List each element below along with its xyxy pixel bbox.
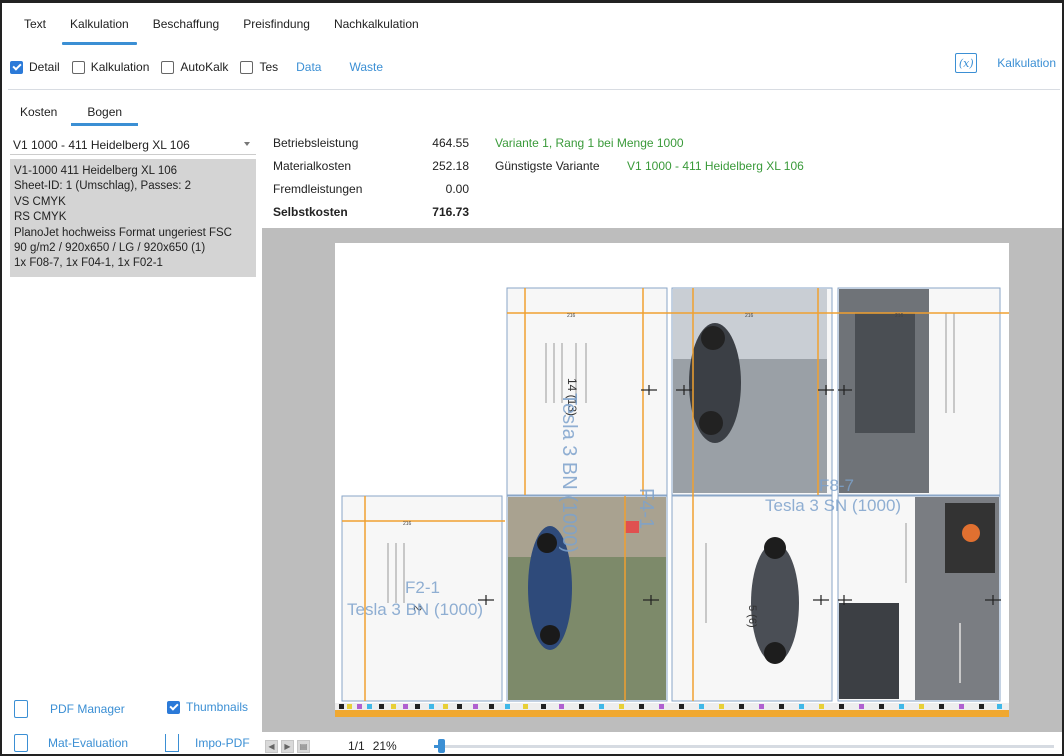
sub-tab-bar: Kosten Bogen	[10, 105, 138, 126]
dimension-label: 216	[403, 521, 412, 527]
form-label: F2-1	[405, 578, 440, 597]
info-line: PlanoJet hochweiss Format ungeriest FSC	[14, 226, 232, 239]
tab-preisfindung[interactable]: Preisfindung	[231, 17, 322, 39]
cost-summary: Betriebsleistung 464.55 Materialkosten 2…	[273, 136, 469, 228]
page-frame	[341, 495, 503, 702]
toolbar: Detail Kalkulation AutoKalk Tes Data Was…	[10, 57, 1054, 77]
form-label: Tesla 3 BN (1000)	[347, 600, 483, 619]
preview-footer: ◀ ▶ ▤ 1/1 21%	[262, 735, 1062, 754]
checkbox-unchecked-icon	[240, 60, 254, 74]
impo-pdf-button[interactable]: Impo-PDF	[165, 734, 250, 752]
cheapest-variant: Günstigste Variante V1 1000 - 411 Heidel…	[495, 159, 804, 173]
formula-icon[interactable]: (x)	[955, 53, 978, 73]
color-bar	[335, 703, 1009, 710]
prev-page-button[interactable]: ◀	[265, 739, 278, 753]
tab-kalkulation[interactable]: Kalkulation	[58, 17, 141, 45]
tab-text[interactable]: Text	[12, 17, 58, 39]
machine-select[interactable]: V1 1000 - 411 Heidelberg XL 106	[10, 135, 256, 155]
kalkulation-link[interactable]: Kalkulation	[997, 56, 1056, 70]
form-label: Tesla 3 BN (1000)	[558, 393, 580, 553]
top-tab-bar: Text Kalkulation Beschaffung Preisfindun…	[12, 17, 431, 45]
tes-checkbox[interactable]: Tes	[240, 60, 278, 74]
info-line: Sheet-ID: 1 (Umschlag), Passes: 2	[14, 180, 192, 193]
tab-bogen[interactable]: Bogen	[71, 105, 138, 126]
data-link[interactable]: Data	[296, 60, 321, 74]
kalkulation-checkbox[interactable]: Kalkulation	[71, 60, 149, 74]
checkbox-unchecked-icon	[71, 60, 85, 74]
chevron-down-icon	[244, 142, 250, 146]
car-photo	[673, 289, 827, 493]
sheet-preview[interactable]: 216 216 216 216 14 (13) 5 (6) 2 F4-1 Tes…	[262, 228, 1062, 732]
stat-row-total: Selbstkosten 716.73	[273, 205, 469, 219]
info-line: RS CMYK	[14, 211, 67, 224]
form-label: Tesla 3 SN (1000)	[765, 496, 901, 515]
tab-beschaffung[interactable]: Beschaffung	[141, 17, 232, 39]
color-bar-gripper	[335, 710, 1009, 717]
dimension-label: 216	[567, 313, 576, 319]
form-label: F8-7	[819, 476, 854, 495]
zoom-slider-thumb[interactable]	[438, 739, 445, 753]
info-line: 1x F08-7, 1x F04-1, 1x F02-1	[14, 257, 163, 270]
app-window: Text Kalkulation Beschaffung Preisfindun…	[0, 0, 1064, 756]
checkbox-checked-icon	[10, 60, 23, 74]
divider	[8, 89, 1060, 90]
detail-checkbox[interactable]: Detail	[10, 60, 60, 74]
checkbox-checked-icon	[167, 700, 180, 714]
form-label: F4-1	[635, 488, 657, 529]
imposition-layout: 216 216 216 216 14 (13) 5 (6) 2 F4-1 Tes…	[335, 287, 1009, 717]
stat-row: Betriebsleistung 464.55	[273, 136, 469, 150]
variant-rank-text: Variante 1, Rang 1 bei Menge 1000	[495, 136, 684, 150]
waste-link[interactable]: Waste	[349, 60, 383, 74]
tab-nachkalkulation[interactable]: Nachkalkulation	[322, 17, 431, 39]
zoom-slider[interactable]	[434, 739, 1054, 753]
share-upload-icon	[165, 734, 179, 752]
car-photo	[839, 289, 929, 493]
info-line: 90 g/m2 / 920x650 / LG / 920x650 (1)	[14, 242, 206, 255]
info-line: VS CMYK	[14, 195, 66, 208]
thumbnails-checkbox[interactable]: Thumbnails	[167, 700, 248, 714]
page-view-icon[interactable]: ▤	[297, 739, 310, 753]
mat-evaluation-button[interactable]: Mat-Evaluation	[14, 734, 128, 752]
page-indicator: 1/1	[348, 739, 365, 753]
dimension-label: 216	[745, 313, 754, 319]
zoom-level: 21%	[372, 739, 397, 753]
pdf-manager-button[interactable]: PDF Manager	[14, 700, 125, 718]
sheet-info-box: V1-1000 411 Heidelberg XL 106 Sheet-ID: …	[10, 159, 256, 277]
next-page-button[interactable]: ▶	[281, 739, 294, 753]
stat-row: Fremdleistungen 0.00	[273, 182, 469, 196]
page-number-label: 5 (6)	[746, 605, 758, 628]
tab-kosten[interactable]: Kosten	[10, 105, 67, 119]
dimension-label: 216	[895, 313, 904, 319]
autokalk-checkbox[interactable]: AutoKalk	[161, 60, 228, 74]
info-line: V1-1000 411 Heidelberg XL 106	[14, 165, 178, 177]
list-document-icon	[14, 734, 28, 752]
press-sheet: 216 216 216 216 14 (13) 5 (6) 2 F4-1 Tes…	[335, 243, 1009, 717]
checkbox-unchecked-icon	[161, 60, 175, 74]
kalkulation-formula-control[interactable]: (x) Kalkulation	[955, 53, 1056, 73]
pdf-icon	[14, 700, 28, 718]
stat-row: Materialkosten 252.18	[273, 159, 469, 173]
